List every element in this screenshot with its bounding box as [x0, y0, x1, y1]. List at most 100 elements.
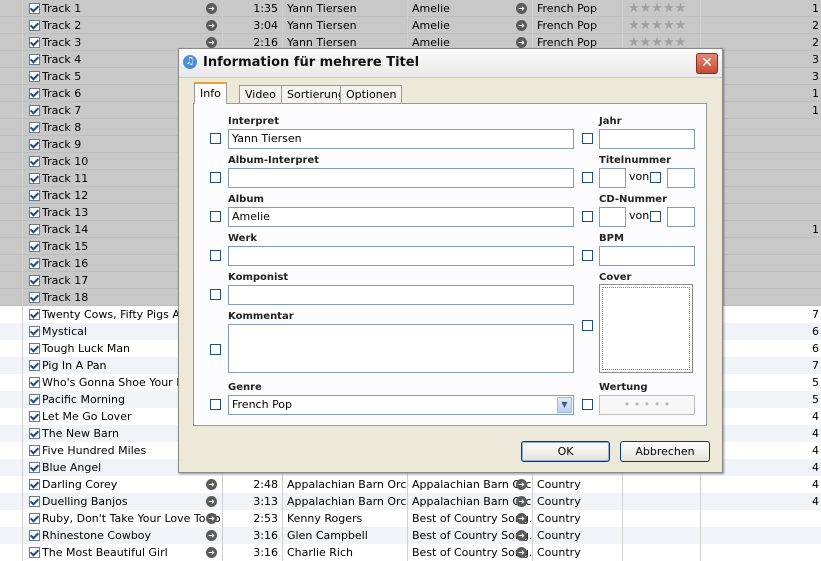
track-checkbox[interactable] — [29, 530, 40, 541]
track-checkbox[interactable] — [29, 122, 40, 133]
jahr-checkbox[interactable] — [582, 133, 593, 144]
track-checkbox[interactable] — [29, 241, 40, 252]
track-checkbox[interactable] — [29, 275, 40, 286]
track-checkbox[interactable] — [29, 88, 40, 99]
table-row[interactable]: Darling Corey 2:48 Appalachian Barn Orc...… — [0, 476, 821, 493]
cd-von-checkbox[interactable] — [650, 211, 661, 222]
arrow-link-icon[interactable]: ➜ — [206, 547, 217, 558]
komponist-checkbox[interactable] — [210, 289, 221, 300]
track-checkbox[interactable] — [29, 105, 40, 116]
jahr-field[interactable] — [599, 129, 695, 149]
track-checkbox[interactable] — [29, 156, 40, 167]
track-checkbox[interactable] — [29, 20, 40, 31]
kommentar-checkbox[interactable] — [210, 344, 221, 355]
rating-field[interactable]: • • • • • — [599, 395, 695, 415]
arrow-link-icon[interactable]: ➜ — [516, 496, 527, 507]
tab-info[interactable]: Info — [194, 82, 227, 104]
track-checkbox[interactable] — [29, 326, 40, 337]
track-checkbox[interactable] — [29, 258, 40, 269]
kommentar-field[interactable] — [228, 324, 574, 373]
arrow-link-icon[interactable]: ➜ — [206, 3, 217, 14]
track-checkbox[interactable] — [29, 428, 40, 439]
track-checkbox[interactable] — [29, 54, 40, 65]
track-checkbox[interactable] — [29, 513, 40, 524]
arrow-link-icon[interactable]: ➜ — [516, 479, 527, 490]
track-checkbox[interactable] — [29, 292, 40, 303]
album-checkbox[interactable] — [210, 211, 221, 222]
track-name: Track 1 — [42, 2, 82, 15]
cancel-button[interactable]: Abbrechen — [620, 441, 710, 462]
track-checkbox[interactable] — [29, 445, 40, 456]
track-checkbox[interactable] — [29, 411, 40, 422]
track-checkbox[interactable] — [29, 394, 40, 405]
track-checkbox[interactable] — [29, 360, 40, 371]
cd-nummer-checkbox[interactable] — [582, 211, 593, 222]
album-field[interactable]: Amelie — [228, 207, 574, 227]
arrow-link-icon[interactable]: ➜ — [516, 513, 527, 524]
table-row[interactable]: Duelling Banjos 3:13 Appalachian Barn Orc.… — [0, 493, 821, 510]
arrow-link-icon[interactable]: ➜ — [206, 37, 217, 48]
titelnummer-field[interactable] — [599, 168, 626, 188]
wertung-checkbox[interactable] — [582, 399, 593, 410]
arrow-link-icon[interactable]: ➜ — [516, 20, 527, 31]
track-checkbox[interactable] — [29, 173, 40, 184]
arrow-link-icon[interactable]: ➜ — [516, 3, 527, 14]
close-button[interactable]: ✕ — [696, 53, 718, 74]
track-checkbox[interactable] — [29, 309, 40, 320]
track-checkbox[interactable] — [29, 377, 40, 388]
table-row[interactable]: The Most Beautiful Girl 3:16 Charlie Rich B… — [0, 544, 821, 561]
cover-checkbox[interactable] — [582, 320, 593, 331]
track-checkbox[interactable] — [29, 343, 40, 354]
track-checkbox[interactable] — [29, 479, 40, 490]
column-separator — [22, 306, 23, 323]
arrow-link-icon[interactable]: ➜ — [206, 513, 217, 524]
arrow-link-icon[interactable]: ➜ — [206, 20, 217, 31]
genre-checkbox[interactable] — [210, 399, 221, 410]
rating-stars[interactable]: ★★★★★ — [628, 0, 686, 17]
track-checkbox[interactable] — [29, 462, 40, 473]
arrow-link-icon[interactable]: ➜ — [516, 530, 527, 541]
track-checkbox[interactable] — [29, 496, 40, 507]
track-checkbox[interactable] — [29, 71, 40, 82]
genre-select[interactable]: French Pop ▼ — [228, 395, 574, 415]
table-row[interactable]: Rhinestone Cowboy 3:16 Glen Campbell Best o… — [0, 527, 821, 544]
track-checkbox[interactable] — [29, 190, 40, 201]
komponist-field[interactable] — [228, 285, 574, 305]
arrow-link-icon[interactable]: ➜ — [206, 496, 217, 507]
album-interpret-checkbox[interactable] — [210, 172, 221, 183]
track-checkbox[interactable] — [29, 139, 40, 150]
track-checkbox[interactable] — [29, 547, 40, 558]
dialog-titlebar[interactable]: ♫ Information für mehrere Titel ✕ — [179, 49, 722, 78]
track-checkbox[interactable] — [29, 224, 40, 235]
rating-stars[interactable]: ★★★★★ — [628, 17, 686, 34]
arrow-link-icon[interactable]: ➜ — [206, 479, 217, 490]
arrow-link-icon[interactable]: ➜ — [516, 547, 527, 558]
table-row[interactable]: Ruby, Don't Take Your Love To To... 2:53 K… — [0, 510, 821, 527]
track-checkbox[interactable] — [29, 207, 40, 218]
cover-artwork-well[interactable] — [599, 284, 693, 373]
track-checkbox[interactable] — [29, 37, 40, 48]
table-row[interactable]: Track 2 3:04 Yann Tiersen Amelie French Pop ➜… — [0, 17, 821, 34]
titel-von-checkbox[interactable] — [650, 172, 661, 183]
album-interpret-field[interactable] — [228, 168, 574, 188]
album-label: Album — [228, 194, 264, 205]
track-checkbox[interactable] — [29, 3, 40, 14]
cd-von-field[interactable] — [667, 207, 695, 227]
tab-video[interactable]: Video — [239, 85, 282, 103]
titel-von-field[interactable] — [667, 168, 695, 188]
table-row[interactable]: Track 1 1:35 Yann Tiersen Amelie French Pop ➜… — [0, 0, 821, 17]
interpret-field[interactable]: Yann Tiersen — [228, 129, 574, 149]
cd-nummer-field[interactable] — [599, 207, 626, 227]
werk-checkbox[interactable] — [210, 250, 221, 261]
werk-field[interactable] — [228, 246, 574, 266]
ok-button[interactable]: OK — [521, 441, 610, 462]
bpm-field[interactable] — [599, 246, 695, 266]
arrow-link-icon[interactable]: ➜ — [206, 530, 217, 541]
column-separator — [22, 408, 23, 425]
arrow-link-icon[interactable]: ➜ — [516, 37, 527, 48]
interpret-checkbox[interactable] — [210, 133, 221, 144]
tab-optionen[interactable]: Optionen — [340, 85, 403, 103]
bpm-checkbox[interactable] — [582, 250, 593, 261]
chevron-down-icon[interactable]: ▼ — [557, 397, 572, 413]
titelnummer-checkbox[interactable] — [582, 172, 593, 183]
